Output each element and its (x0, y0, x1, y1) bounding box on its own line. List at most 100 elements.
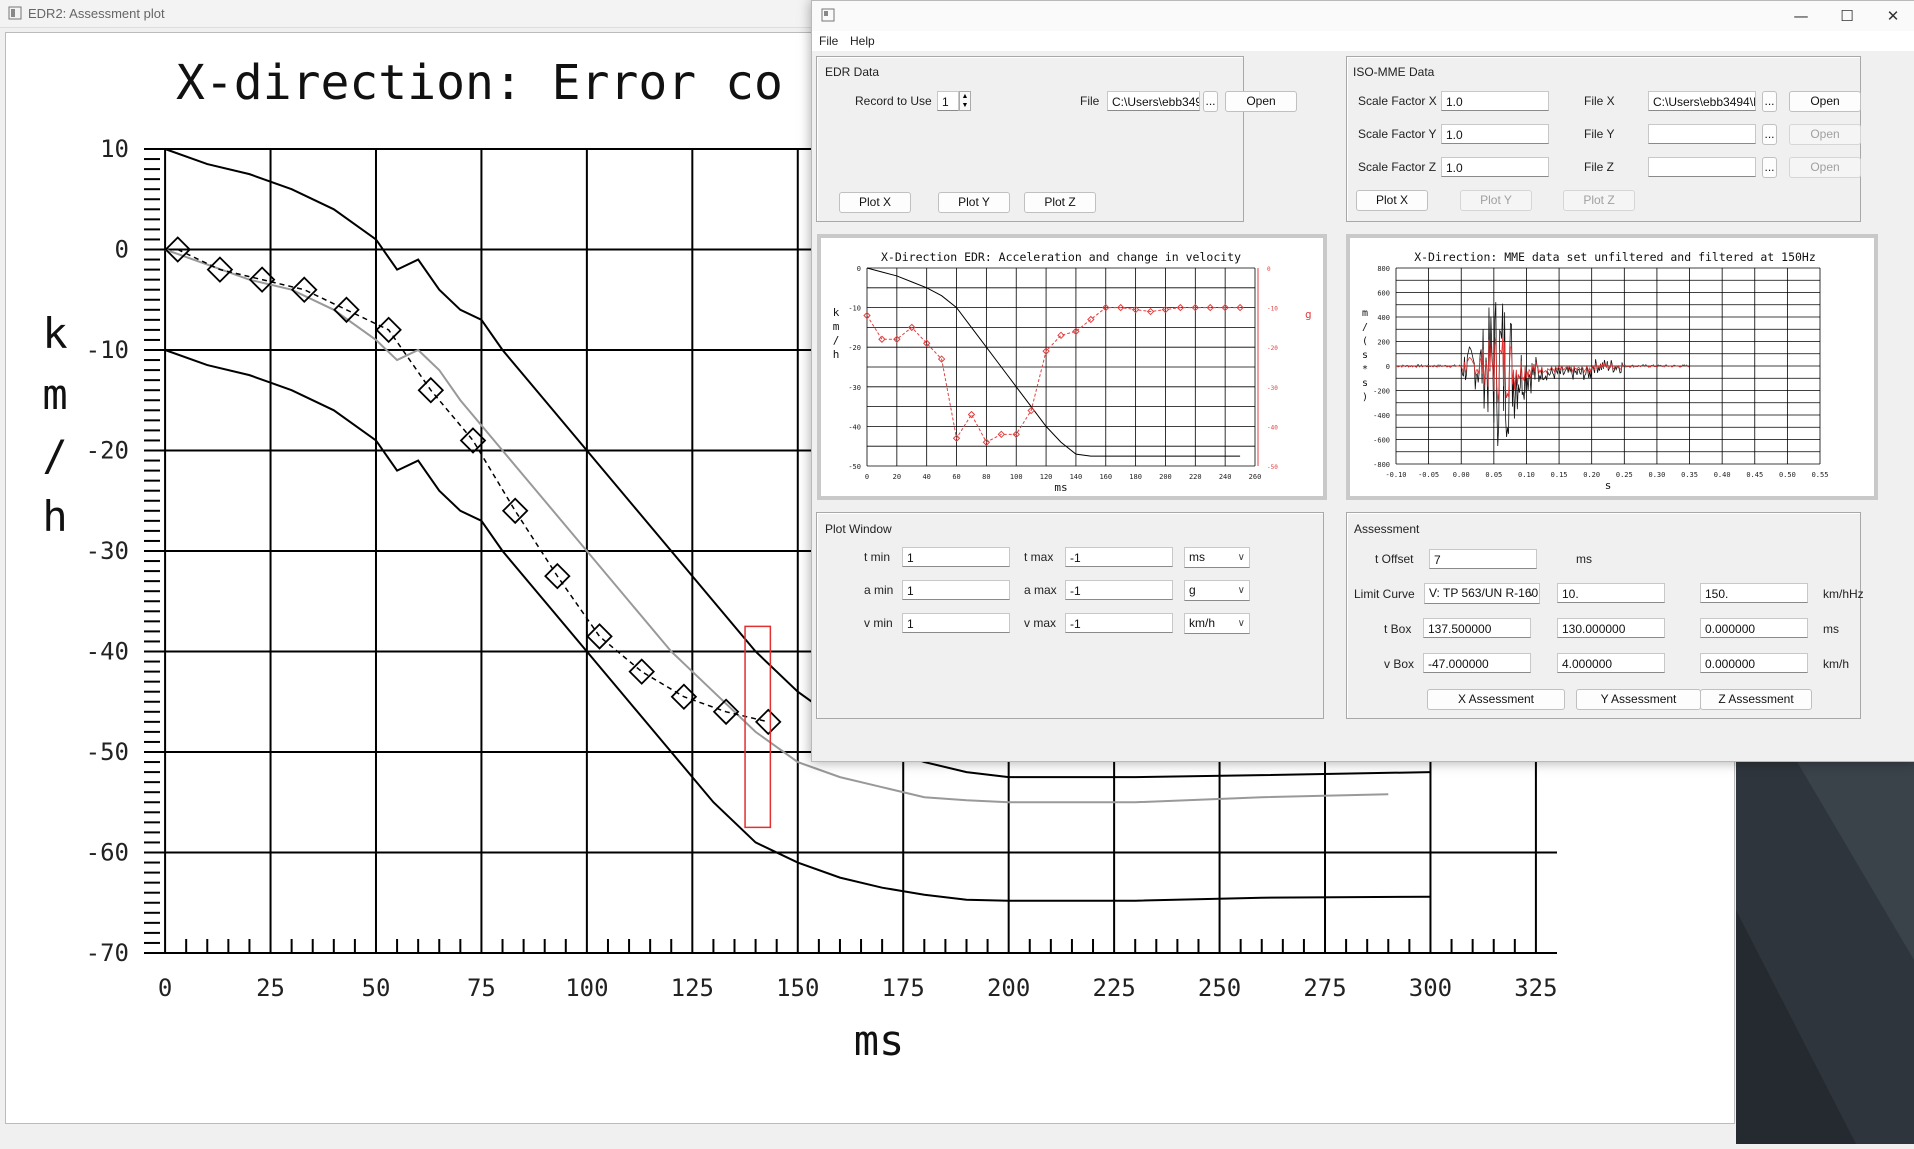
file-y-browse-button[interactable]: ... (1762, 124, 1777, 145)
y-tick-label: -50 (86, 738, 129, 766)
mme-ylabel-char: s (1362, 350, 1368, 361)
file-z-input[interactable] (1648, 157, 1756, 177)
mme-x-tick: 0.25 (1616, 471, 1633, 479)
file-z-browse-button[interactable]: ... (1762, 157, 1777, 178)
limit-v2-input[interactable]: 150. (1700, 583, 1808, 603)
iso-plot-z-button[interactable]: Plot Z (1563, 190, 1635, 211)
mme-ylabel-char: ) (1362, 392, 1368, 403)
tmin-input[interactable]: 1 (902, 547, 1010, 567)
vbox-input-3[interactable]: 0.000000 (1700, 653, 1808, 673)
file-z-open-button[interactable]: Open (1789, 157, 1861, 178)
vmin-label: v min (864, 616, 893, 630)
edr-right-tick: -10 (1267, 306, 1278, 313)
x-tick-label: 100 (565, 974, 608, 1002)
iso-mme-title: ISO-MME Data (1353, 65, 1435, 79)
minimize-button[interactable]: — (1778, 4, 1824, 28)
edr-x-tick: 140 (1070, 473, 1083, 481)
chevron-down-icon: ∨ (1237, 585, 1245, 596)
assessment-box (744, 625, 772, 829)
edr-right-tick: -50 (1267, 464, 1278, 471)
tbox-input-3[interactable]: 0.000000 (1700, 618, 1808, 638)
edr-open-button[interactable]: Open (1225, 91, 1297, 112)
limit-unit-hz: Hz (1849, 587, 1864, 601)
edr-y-tick: -50 (848, 463, 861, 471)
scale-z-input[interactable]: 1.0 (1441, 157, 1549, 177)
edr-plot-x-button[interactable]: Plot X (839, 192, 911, 213)
iso-plot-x-button[interactable]: Plot X (1356, 190, 1428, 211)
vmin-input[interactable]: 1 (902, 613, 1010, 633)
t-unit-select[interactable]: ms ∨ (1184, 547, 1250, 568)
close-button[interactable]: ✕ (1870, 4, 1914, 28)
menu-file[interactable]: File (819, 34, 838, 48)
file-y-input[interactable] (1648, 124, 1756, 144)
edr-plot-z-button[interactable]: Plot Z (1024, 192, 1096, 213)
edr-right-tick: -20 (1267, 345, 1278, 352)
scale-x-input[interactable]: 1.0 (1441, 91, 1549, 111)
mme-unfiltered-line (1395, 302, 1689, 446)
vbox-input-2[interactable]: 4.000000 (1557, 653, 1665, 673)
y-tick-label: -30 (86, 537, 129, 565)
y-tick-label: -40 (86, 638, 129, 666)
y-axis-label-char: m (42, 370, 67, 419)
maximize-button[interactable]: ☐ (1824, 4, 1870, 28)
tbox-input-1[interactable]: 137.500000 (1423, 618, 1531, 638)
mme-x-tick: -0.05 (1418, 471, 1439, 479)
amin-input[interactable]: 1 (902, 580, 1010, 600)
mme-chart-title: X-Direction: MME data set unfiltered and… (1414, 250, 1816, 264)
record-spinbox[interactable]: 1 (937, 91, 959, 111)
edr-x-tick: 0 (865, 473, 869, 481)
file-z-label: File Z (1584, 160, 1614, 174)
x-assessment-button[interactable]: X Assessment (1427, 689, 1565, 710)
a-unit-select[interactable]: g ∨ (1184, 580, 1250, 601)
plot-window-title: Plot Window (825, 522, 892, 536)
desktop-background (1736, 760, 1914, 1144)
limit-v1-input[interactable]: 10. (1557, 583, 1665, 603)
mme-y-tick: -600 (1373, 437, 1390, 445)
edr-x-tick: 100 (1010, 473, 1023, 481)
menu-bar: File Help (812, 31, 1914, 51)
file-x-open-button[interactable]: Open (1789, 91, 1861, 112)
edr-x-tick: 180 (1129, 473, 1142, 481)
scale-y-input[interactable]: 1.0 (1441, 124, 1549, 144)
vbox-label: v Box (1384, 657, 1415, 671)
edr-ylabel-char: m (833, 320, 840, 333)
edr-file-label: File (1080, 94, 1100, 108)
vbox-input-1[interactable]: -47.000000 (1423, 653, 1531, 673)
z-assessment-button[interactable]: Z Assessment (1700, 689, 1812, 710)
amax-input[interactable]: -1 (1065, 580, 1173, 600)
v-unit-select[interactable]: km/h ∨ (1184, 613, 1250, 634)
x-tick-label: 50 (362, 974, 391, 1002)
file-y-open-button[interactable]: Open (1789, 124, 1861, 145)
vmax-input[interactable]: -1 (1065, 613, 1173, 633)
edr-y-tick: -20 (848, 344, 861, 352)
menu-help[interactable]: Help (850, 34, 875, 48)
file-x-input[interactable]: C:\Users\ebb3494\I (1648, 91, 1756, 111)
edr-browse-button[interactable]: ... (1203, 91, 1218, 112)
toffset-input[interactable]: 7 (1429, 549, 1537, 569)
tbox-input-2[interactable]: 130.000000 (1557, 618, 1665, 638)
y-axis-label-char: / (42, 431, 67, 480)
tmax-input[interactable]: -1 (1065, 547, 1173, 567)
file-x-browse-button[interactable]: ... (1762, 91, 1777, 112)
mme-x-tick: 0.55 (1812, 471, 1829, 479)
edr-plot-y-button[interactable]: Plot Y (938, 192, 1010, 213)
dialog-titlebar[interactable]: — ☐ ✕ (812, 1, 1914, 31)
x-tick-label: 275 (1303, 974, 1346, 1002)
y-assessment-button[interactable]: Y Assessment (1576, 689, 1701, 710)
edr-x-tick: 220 (1189, 473, 1202, 481)
assessment-group (1346, 512, 1861, 719)
app-icon (8, 6, 22, 20)
x-tick-label: 175 (882, 974, 925, 1002)
scale-y-label: Scale Factor Y (1358, 127, 1437, 141)
limit-curve-select[interactable]: V: TP 563/UN R-160 ∨ (1424, 583, 1540, 604)
vbox-unit: km/h (1823, 657, 1850, 671)
record-spinner[interactable]: ▲ ▼ (959, 91, 971, 111)
mme-x-tick: 0.50 (1779, 471, 1796, 479)
edr-file-input[interactable]: C:\Users\ebb3494\I (1107, 91, 1200, 111)
mme-x-tick: 0.45 (1746, 471, 1763, 479)
mme-y-tick: -800 (1373, 461, 1390, 469)
edr-accel-marker (967, 410, 976, 419)
iso-plot-y-button[interactable]: Plot Y (1460, 190, 1532, 211)
mme-y-tick: -200 (1373, 388, 1390, 396)
mme-x-tick: 0.35 (1681, 471, 1698, 479)
